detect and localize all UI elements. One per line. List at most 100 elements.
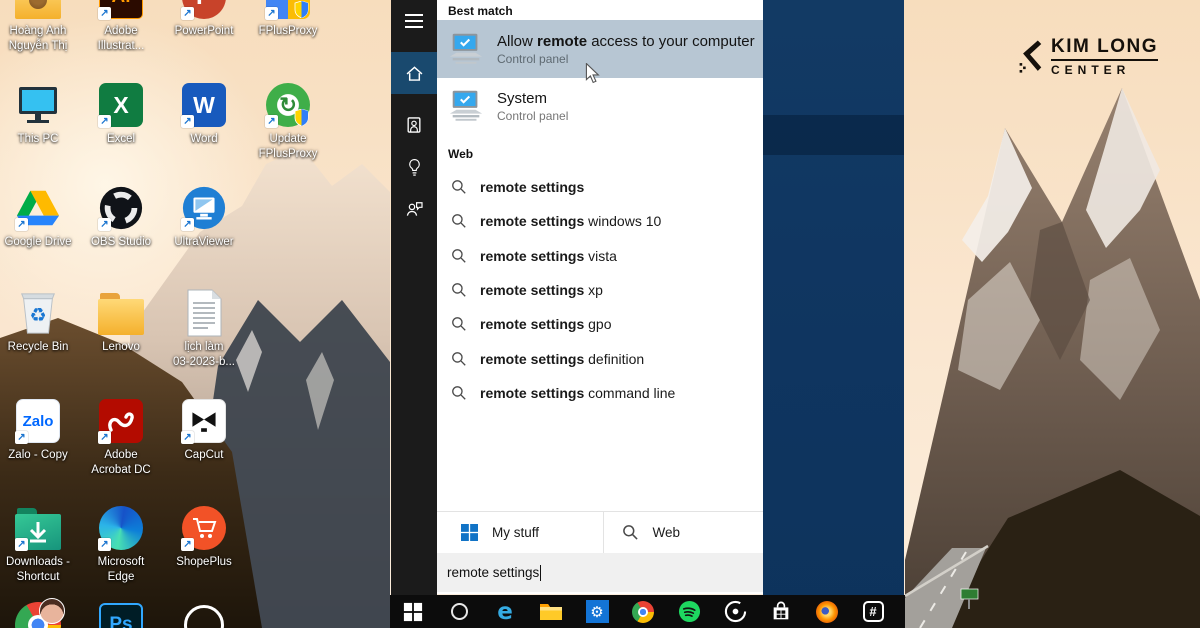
web-suggestion[interactable]: remote settings — [437, 170, 763, 204]
taskbar-groove-music-button[interactable] — [712, 595, 758, 628]
microsoft-edge-icon — [96, 503, 146, 553]
search-results-panel: Best match Allow remote access to your c… — [437, 0, 763, 594]
desktop-icon-this-pc[interactable]: This PC — [0, 80, 80, 147]
desktop-icon-capcut[interactable]: CapCut — [162, 396, 246, 463]
panel-footer: My stuff Web — [437, 511, 763, 553]
desktop-icon-label: Hoàng AnhNguyễn Thị — [0, 24, 80, 54]
desktop-icon-lenovo-folder[interactable]: Lenovo — [79, 288, 163, 355]
logo-line2: CENTER — [1051, 63, 1158, 77]
suggestion-text: remote settings gpo — [480, 316, 612, 332]
desktop-icon-chrome-profile[interactable] — [0, 600, 80, 628]
shortcut-arrow-icon — [15, 431, 28, 444]
spotify-icon — [678, 600, 701, 623]
taskbar-spotify-button[interactable] — [666, 595, 712, 628]
desktop-icon-label: UltraViewer — [162, 235, 246, 250]
sidebar-item-feedback[interactable] — [391, 188, 437, 230]
excel-icon: X — [96, 80, 146, 130]
desktop-icon-google-drive[interactable]: Google Drive — [0, 183, 80, 250]
best-match-subtitle: Control panel — [497, 52, 755, 66]
desktop-icon-shopeplus[interactable]: ShopePlus — [162, 503, 246, 570]
web-suggestion[interactable]: remote settings vista — [437, 239, 763, 273]
search-icon — [451, 316, 467, 332]
web-suggestion[interactable]: remote settings gpo — [437, 307, 763, 341]
web-button[interactable]: Web — [603, 512, 764, 553]
desktop-icon-label: OBS Studio — [79, 235, 163, 250]
desktop-icon-label: Zalo - Copy — [0, 448, 80, 463]
desktop-icon-downloads-shortcut[interactable]: Downloads -Shortcut — [0, 503, 80, 585]
svg-text:e: e — [497, 600, 513, 624]
web-suggestion[interactable]: remote settings definition — [437, 341, 763, 375]
search-input[interactable]: remote settings — [437, 553, 763, 592]
web-suggestion[interactable]: remote settings xp — [437, 273, 763, 307]
desktop-icon-excel[interactable]: X Excel — [79, 80, 163, 147]
web-section-header: Web — [448, 147, 473, 161]
system-result-subtitle: Control panel — [497, 109, 568, 123]
unknown-circle-app-icon — [179, 600, 229, 628]
desktop-icon-label: AdobeAcrobat DC — [79, 448, 163, 478]
ultraviewer-icon — [179, 183, 229, 233]
desktop-icon-adobe-illustrator[interactable]: AiAdobeIllustrat... — [79, 0, 163, 54]
desktop-icon-label: Excel — [79, 132, 163, 147]
desktop-icon-label: MicrosoftEdge — [79, 555, 163, 585]
desktop-icon-fplusproxy[interactable]: FPlusProxy — [246, 0, 330, 39]
desktop-icon-microsoft-edge[interactable]: MicrosoftEdge — [79, 503, 163, 585]
zalo-icon: Zalo — [13, 396, 63, 446]
shortcut-arrow-icon — [98, 7, 111, 20]
kim-long-center-logo: KIM LONG CENTER — [1017, 36, 1158, 77]
suggestion-text: remote settings windows 10 — [480, 213, 661, 229]
system-result[interactable]: System Control panel — [437, 80, 763, 132]
desktop-icon-word[interactable]: WWord — [162, 80, 246, 147]
desktop-icon-label: Recycle Bin — [0, 340, 80, 355]
taskbar-settings-button[interactable]: ⚙ — [574, 595, 620, 628]
sidebar-item-ideas[interactable] — [391, 146, 437, 188]
desktop-icon-update-fplusproxy[interactable]: ↻UpdateFPlusProxy — [246, 80, 330, 162]
screen: KIM LONG CENTER Hoàng AnhNguyễn ThịAiAdo… — [0, 0, 1200, 628]
desktop-icon-lich-lam-document[interactable]: lịch làm03-2023-b... — [162, 288, 246, 370]
windows-flag-icon — [461, 524, 478, 541]
windows-start-icon — [403, 602, 423, 622]
taskbar-start-button[interactable] — [390, 595, 436, 628]
desktop-icon-label: FPlusProxy — [246, 24, 330, 39]
desktop-icon-hoang-anh-folder[interactable]: Hoàng AnhNguyễn Thị — [0, 0, 80, 54]
taskbar-microsoft-store-button[interactable] — [758, 595, 804, 628]
cortana-icon — [451, 603, 468, 620]
adobe-acrobat-icon — [96, 396, 146, 446]
desktop-icon-ultraviewer[interactable]: UltraViewer — [162, 183, 246, 250]
sidebar-item-home[interactable] — [391, 52, 437, 94]
sidebar-item-menu[interactable] — [391, 0, 437, 42]
desktop-icon-unknown-circle-app[interactable] — [162, 600, 246, 628]
remote-access-icon — [447, 32, 485, 66]
desktop-icon-recycle-bin[interactable]: ♻Recycle Bin — [0, 288, 80, 355]
desktop-icon-powerpoint[interactable]: PPowerPoint — [162, 0, 246, 39]
taskbar-chrome-button[interactable] — [620, 595, 666, 628]
sidebar-item-notebook[interactable] — [391, 104, 437, 146]
desktop-icon-photoshop[interactable]: Ps — [79, 600, 163, 628]
my-stuff-button[interactable]: My stuff — [437, 512, 603, 553]
taskbar-sharex-button[interactable]: # — [850, 595, 896, 628]
shortcut-arrow-icon — [181, 218, 194, 231]
my-stuff-label: My stuff — [492, 525, 539, 540]
taskbar-file-explorer-button[interactable] — [528, 595, 574, 628]
shortcut-arrow-icon — [181, 115, 194, 128]
taskbar-edge-button[interactable]: e — [482, 595, 528, 628]
this-pc-icon — [13, 80, 63, 130]
taskbar-firefox-button[interactable] — [804, 595, 850, 628]
system-icon — [447, 89, 485, 123]
web-suggestion[interactable]: remote settings windows 10 — [437, 204, 763, 238]
taskbar: e ⚙ # — [390, 595, 905, 628]
suggestion-text: remote settings command line — [480, 385, 675, 401]
start-menu-backdrop — [763, 0, 904, 628]
desktop-icon-obs-studio[interactable]: OBS Studio — [79, 183, 163, 250]
suggestion-text: remote settings definition — [480, 351, 644, 367]
desktop-icon-adobe-acrobat[interactable]: AdobeAcrobat DC — [79, 396, 163, 478]
desktop-icon-label: Word — [162, 132, 246, 147]
suggestion-text: remote settings — [480, 179, 584, 195]
search-input-value: remote settings — [447, 565, 539, 580]
search-icon — [451, 179, 467, 195]
suggestion-text: remote settings vista — [480, 248, 617, 264]
web-suggestion[interactable]: remote settings command line — [437, 376, 763, 410]
taskbar-cortana-button[interactable] — [436, 595, 482, 628]
settings-gear-icon: ⚙ — [586, 600, 609, 623]
shortcut-arrow-icon — [181, 538, 194, 551]
desktop-icon-zalo[interactable]: Zalo Zalo - Copy — [0, 396, 80, 463]
